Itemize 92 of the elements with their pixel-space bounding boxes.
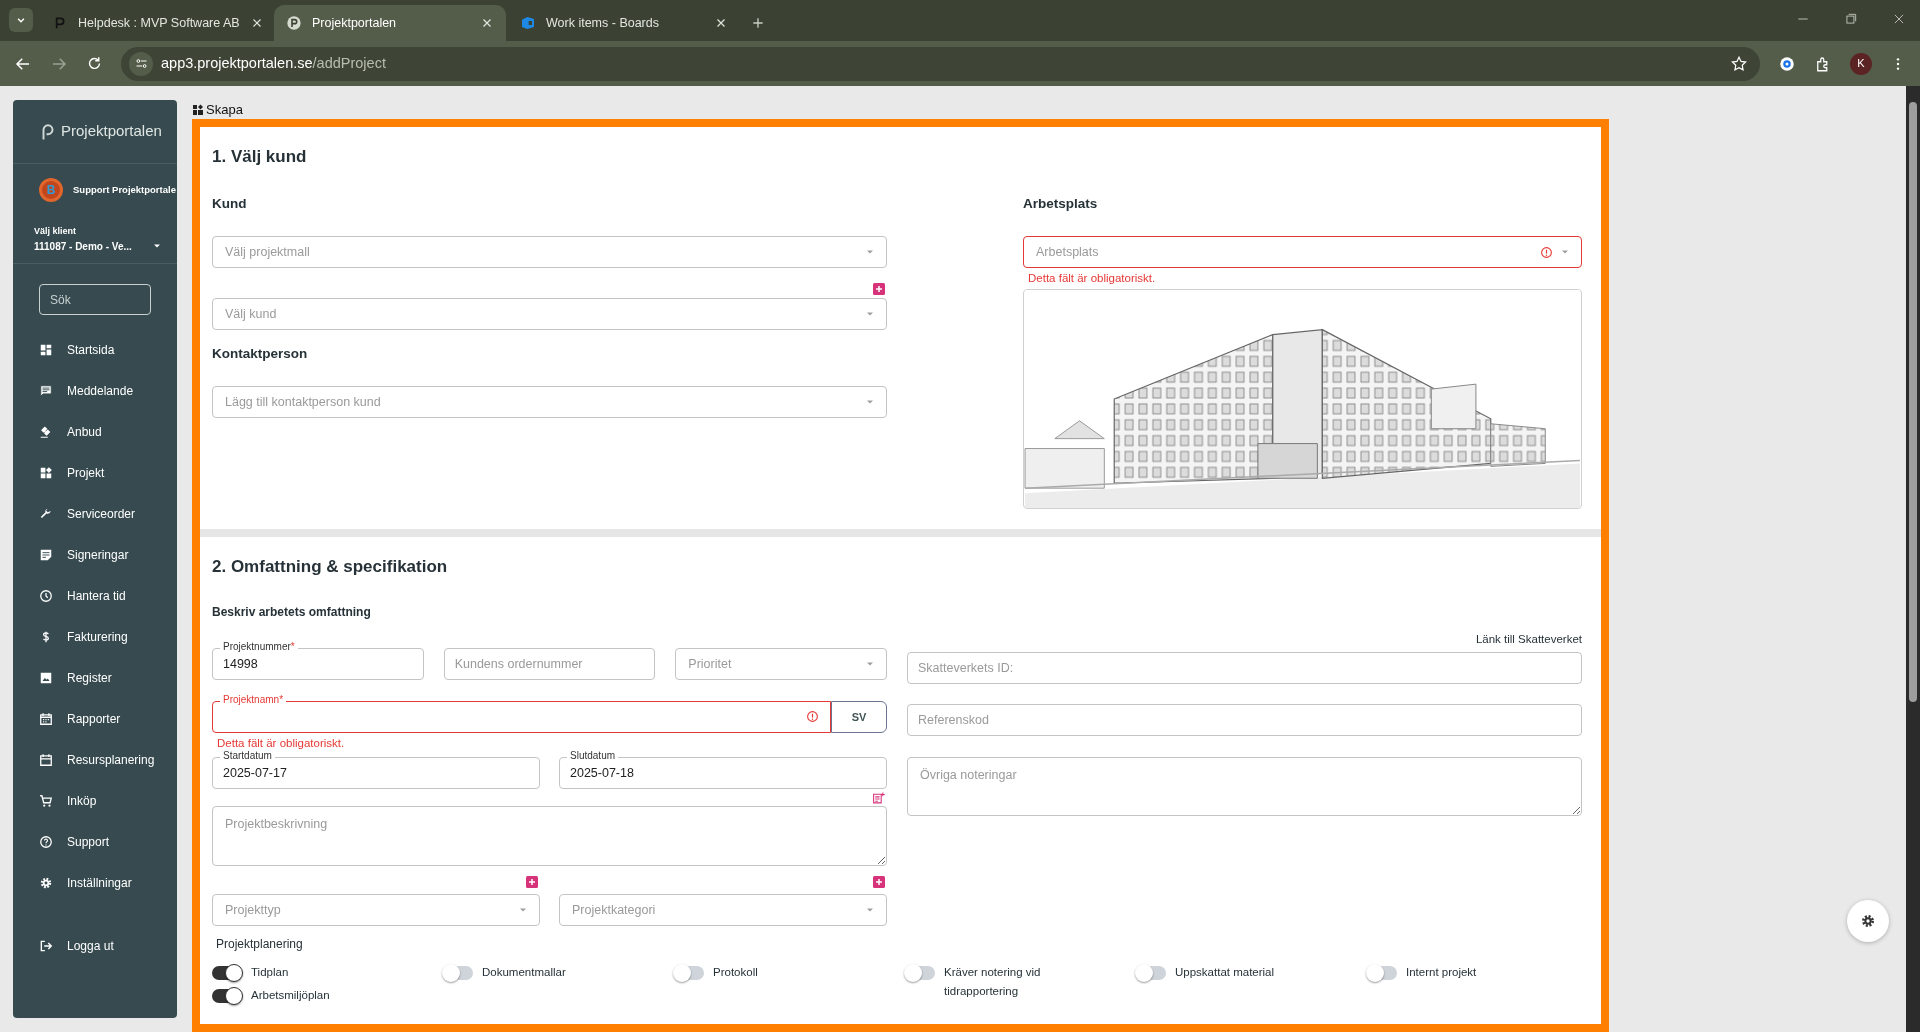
- breadcrumb: Skapa: [206, 101, 243, 120]
- search-field[interactable]: Sök: [39, 284, 151, 315]
- gavel-icon: [39, 424, 53, 439]
- restore-icon[interactable]: [1844, 12, 1858, 26]
- toggle-label: Arbetsmiljöplan: [251, 988, 331, 1003]
- grid-icon: [192, 104, 204, 116]
- settings-button[interactable]: [1847, 900, 1889, 942]
- input-field[interactable]: Kundens ordernummer: [443, 648, 656, 680]
- settings-icon: [39, 875, 53, 890]
- tax-agency-link[interactable]: Länk till Skatteverket: [1475, 631, 1582, 645]
- star-icon[interactable]: [1730, 54, 1748, 73]
- tab-list-button[interactable]: [9, 8, 33, 32]
- nav-item[interactable]: Fakturering: [13, 616, 177, 657]
- field-label: Projektnummer*: [220, 640, 298, 654]
- toggle-label: Dokumentmallar: [482, 965, 567, 980]
- browser-tab[interactable]: Projektportalen: [274, 5, 506, 41]
- p-letter-icon: [286, 15, 302, 31]
- add-icon[interactable]: [873, 876, 885, 888]
- cart-icon: [39, 793, 53, 808]
- error-message: Detta fält är obligatoriskt.: [216, 736, 346, 750]
- nav-item[interactable]: Register: [13, 657, 177, 698]
- add-icon[interactable]: [873, 283, 885, 295]
- toggle-switch[interactable]: [443, 966, 473, 980]
- nav-item[interactable]: Inköp: [13, 780, 177, 821]
- browser-tab[interactable]: Helpdesk : MVP Software AB: [40, 5, 272, 41]
- client-select[interactable]: 111087 - Demo - Ve...: [34, 238, 163, 254]
- nav-item[interactable]: Rapporter: [13, 698, 177, 739]
- alert-icon: [1540, 245, 1553, 259]
- nav-item[interactable]: Resursplanering: [13, 739, 177, 780]
- toggle-switch[interactable]: [212, 966, 242, 980]
- toggle-label: Protokoll: [713, 965, 759, 980]
- toggle-switch[interactable]: [1136, 966, 1166, 980]
- logout-icon: [39, 938, 53, 953]
- field-label: Kund: [212, 195, 247, 213]
- document-icon: [39, 547, 53, 562]
- nav-item[interactable]: Anbud: [13, 411, 177, 452]
- nav-item[interactable]: Support: [13, 821, 177, 862]
- field-label: Välj klient: [34, 225, 78, 239]
- nav-item[interactable]: Meddelande: [13, 370, 177, 411]
- toggle-switch[interactable]: [905, 966, 935, 980]
- help-icon: [39, 834, 53, 849]
- calendar-icon: [39, 752, 53, 767]
- add-icon[interactable]: [526, 876, 538, 888]
- wrench-icon: [39, 506, 53, 521]
- close-icon[interactable]: [1892, 12, 1906, 26]
- section-heading: 2. Omfattning & specifikation: [212, 556, 448, 578]
- text-area[interactable]: Övriga noteringar: [907, 757, 1582, 816]
- scrollbar[interactable]: [1906, 86, 1920, 1032]
- nav-item[interactable]: Projekt: [13, 452, 177, 493]
- toggle-label: Internt projekt: [1406, 965, 1478, 980]
- nav-item[interactable]: Hantera tid: [13, 575, 177, 616]
- user-name: Support Projektportale: [73, 182, 176, 197]
- error-message: Detta fält är obligatoriskt.: [1027, 271, 1157, 285]
- field-label: Kontaktperson: [212, 345, 308, 363]
- logo-text: Projektportalen: [61, 121, 162, 142]
- profile-avatar[interactable]: K: [1850, 52, 1872, 75]
- clock-icon: [39, 588, 53, 603]
- input-field[interactable]: Skatteverkets ID:: [907, 652, 1582, 684]
- nav-item[interactable]: Logga ut: [13, 925, 177, 966]
- language-button[interactable]: SV: [831, 701, 887, 733]
- section-heading: 1. Välj kund: [212, 146, 307, 168]
- address-bar[interactable]: app3.projektportalen.se/addProject: [121, 46, 1760, 81]
- grid-icon: [39, 465, 53, 480]
- toggle-label: Uppskattat material: [1175, 965, 1276, 980]
- field-label: Arbetsplats: [1023, 195, 1098, 213]
- image-icon: [39, 670, 53, 685]
- nav-item[interactable]: Inställningar: [13, 862, 177, 903]
- new-tab-icon[interactable]: [750, 15, 766, 31]
- boards-icon: [520, 15, 536, 31]
- input-field[interactable]: Referenskod: [907, 704, 1582, 736]
- extension-icon[interactable]: [1778, 54, 1796, 73]
- browser-tab[interactable]: Work items - Boards: [508, 5, 740, 41]
- dashboard-icon: [39, 342, 53, 357]
- subheading: Beskriv arbetets omfattning: [212, 604, 371, 621]
- field-label: Projektnamn*: [220, 693, 287, 707]
- calendar-icon: [39, 711, 53, 726]
- toggle-switch[interactable]: [212, 989, 242, 1003]
- note-add-icon[interactable]: [872, 792, 885, 805]
- chat-icon: [39, 383, 53, 398]
- alert-icon: [806, 710, 819, 723]
- nav-item[interactable]: Startsida: [13, 329, 177, 370]
- text-area[interactable]: Projektbeskrivning: [212, 806, 887, 866]
- toggle-label: Kräver notering vid tidrapportering: [944, 965, 1042, 999]
- user-avatar: B: [39, 178, 63, 202]
- toggle-switch[interactable]: [674, 966, 704, 980]
- settings-icon: [1860, 913, 1876, 929]
- toggle-label: Tidplan: [251, 965, 290, 980]
- nav-item[interactable]: Serviceorder: [13, 493, 177, 534]
- section-label: Projektplanering: [216, 937, 303, 951]
- nav-item[interactable]: Signeringar: [13, 534, 177, 575]
- reload-icon[interactable]: [86, 55, 103, 72]
- toggle-switch[interactable]: [1367, 966, 1397, 980]
